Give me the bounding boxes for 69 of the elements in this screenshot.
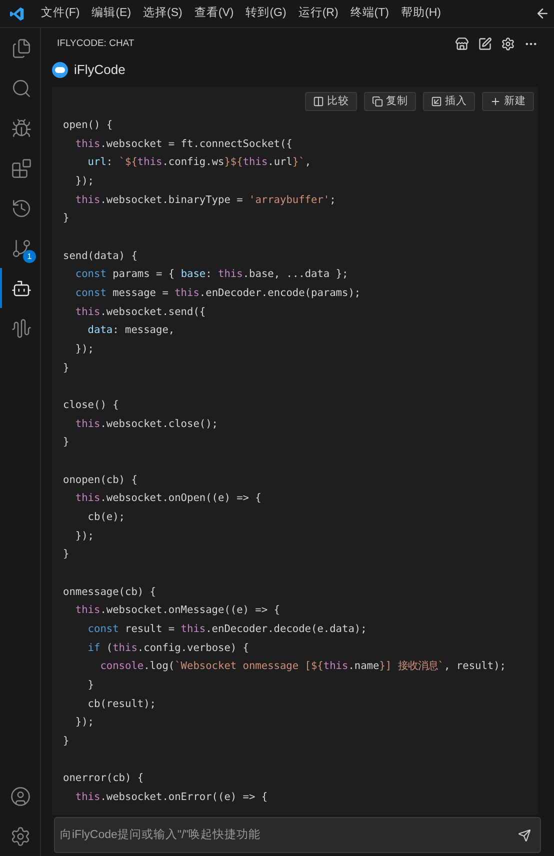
menu-item[interactable]: 选择(S) bbox=[137, 4, 188, 22]
blocks-icon bbox=[10, 158, 32, 178]
code-line: if (this.config.verbose) { bbox=[86, 640, 250, 656]
assistant-name: iFlyCode bbox=[74, 61, 126, 80]
code-line: this.websocket = ft.connectSocket({ bbox=[74, 136, 292, 152]
code-line: const params = { base: this.base, ...data }; bbox=[74, 267, 348, 282]
chat-input-field[interactable]: 向iFlyCode提问或输入"/"唤起快捷功能 bbox=[54, 817, 541, 853]
branch-icon bbox=[10, 238, 32, 258]
code-line: } bbox=[63, 360, 70, 376]
code-line: this.websocket.close(); bbox=[74, 416, 218, 432]
bug-icon bbox=[10, 118, 32, 138]
code-line: open() { bbox=[63, 118, 113, 133]
code-line: data: message, bbox=[86, 323, 175, 338]
search-icon bbox=[10, 78, 32, 98]
code-line: }); bbox=[74, 715, 94, 730]
code-action-button[interactable]: 复制 bbox=[364, 92, 416, 111]
code-line: this.websocket.onMessage((e) => { bbox=[74, 603, 280, 618]
code-line: this.websocket.onError((e) => { bbox=[74, 790, 268, 806]
wave-icon bbox=[10, 318, 32, 338]
code-line: this.websocket.onOpen((e) => { bbox=[74, 491, 262, 506]
menu-item[interactable]: 转到(G) bbox=[240, 4, 292, 22]
activity-bar-item[interactable]: 1 bbox=[0, 228, 40, 268]
code-line: url: `${this.config.ws}${this.url}`, bbox=[86, 155, 312, 170]
code-line: onmessage(cb) { bbox=[63, 584, 156, 600]
menu-item[interactable]: 帮助(H) bbox=[394, 4, 447, 22]
code-line: cb(e); bbox=[86, 510, 125, 526]
edit-icon[interactable] bbox=[478, 37, 492, 51]
settings-icon[interactable] bbox=[501, 37, 515, 51]
code-line: } bbox=[63, 547, 70, 562]
code-line: cb(result); bbox=[86, 696, 156, 712]
copy-icon bbox=[372, 96, 383, 107]
code-line: }); bbox=[74, 528, 94, 544]
plus-icon bbox=[490, 96, 501, 107]
code-line: this.websocket.binaryType = 'arraybuffer'; bbox=[74, 192, 336, 208]
code-line: close() { bbox=[63, 398, 119, 414]
send-icon[interactable] bbox=[518, 829, 531, 842]
settings-icon[interactable] bbox=[10, 826, 30, 846]
code-line: this.websocket.send({ bbox=[74, 304, 206, 320]
menu-item[interactable]: 运行(R) bbox=[292, 4, 344, 22]
files-icon bbox=[10, 38, 32, 58]
code-line: onerror(cb) { bbox=[63, 771, 144, 786]
account-icon[interactable] bbox=[10, 786, 30, 806]
code-line: send(data) { bbox=[63, 248, 138, 264]
code-action-button[interactable]: 插入 bbox=[423, 92, 475, 111]
back-icon[interactable] bbox=[535, 6, 550, 21]
menu-item[interactable]: 查看(V) bbox=[188, 4, 240, 22]
menu-item[interactable]: 终端(T) bbox=[344, 4, 395, 22]
code-line: onopen(cb) { bbox=[63, 472, 138, 488]
code-line: } bbox=[86, 678, 94, 694]
insert-icon bbox=[431, 96, 442, 107]
app-logo-icon bbox=[9, 6, 25, 22]
code-line: const result = this.enDecoder.decode(e.data); bbox=[86, 622, 367, 638]
code-line: const message = this.enDecoder.encode(params); bbox=[74, 286, 361, 302]
code-line: } bbox=[63, 435, 70, 450]
panel-title: IFLYCODE: CHAT bbox=[57, 36, 134, 51]
code-line: } bbox=[63, 211, 70, 226]
menu-item[interactable]: 编辑(E) bbox=[86, 4, 138, 22]
columns-icon bbox=[313, 96, 324, 107]
code-line: } bbox=[63, 734, 70, 750]
code-line: }); bbox=[74, 342, 94, 358]
store-icon[interactable] bbox=[455, 37, 469, 51]
code-action-button[interactable]: 新建 bbox=[482, 92, 534, 111]
count-badge: 1 bbox=[23, 250, 36, 263]
code-line: }); bbox=[74, 174, 94, 190]
menu-item[interactable]: 文件(F) bbox=[35, 4, 86, 22]
assistant-avatar-icon bbox=[52, 62, 68, 78]
history-icon bbox=[10, 198, 32, 218]
code-action-button[interactable]: 比较 bbox=[305, 92, 357, 111]
code-line: console.log(`Websocket onmessage [${this.name}] 接收消息`, result); bbox=[99, 659, 506, 674]
